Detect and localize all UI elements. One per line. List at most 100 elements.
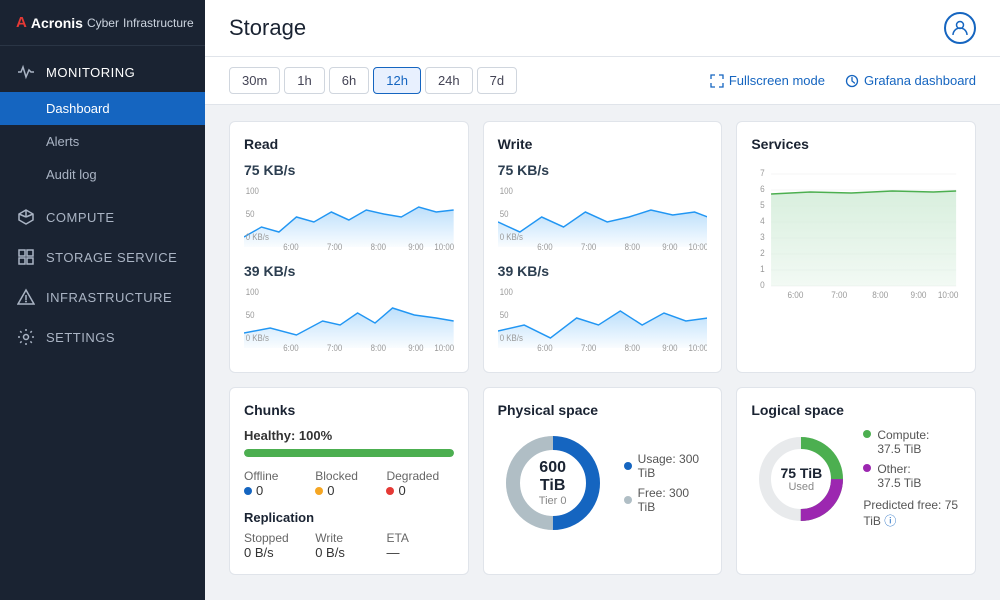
write-top-value: 75 KB/s xyxy=(498,162,708,178)
logical-content: 75 TiB Used Compute: 37.5 TiB xyxy=(751,428,961,529)
logo-infra: Infrastructure xyxy=(123,16,194,30)
logical-donut-label: 75 TiB Used xyxy=(780,465,822,493)
write-charts: 75 KB/s 100 50 xyxy=(498,162,708,358)
svg-text:8:00: 8:00 xyxy=(371,241,387,252)
svg-text:10:00: 10:00 xyxy=(434,241,453,252)
degraded-label: Degraded xyxy=(386,469,453,483)
svg-text:6:00: 6:00 xyxy=(283,241,299,252)
sidebar-item-storage[interactable]: STORAGE SERVICE xyxy=(0,237,205,277)
fullscreen-label: Fullscreen mode xyxy=(729,73,825,88)
physical-title: Physical space xyxy=(498,402,708,418)
svg-text:9:00: 9:00 xyxy=(662,241,678,252)
predicted-info-icon[interactable]: ⓘ xyxy=(884,514,896,528)
svg-text:50: 50 xyxy=(499,309,508,320)
read-title: Read xyxy=(244,136,454,152)
toolbar-actions: Fullscreen mode Grafana dashboard xyxy=(710,73,976,88)
logical-donut: 75 TiB Used xyxy=(751,429,851,529)
svg-text:8:00: 8:00 xyxy=(624,342,640,353)
time-btn-30m[interactable]: 30m xyxy=(229,67,280,94)
fullscreen-mode-link[interactable]: Fullscreen mode xyxy=(710,73,825,88)
chunks-healthy-label: Healthy: xyxy=(244,428,295,443)
free-legend-item: Free: 300 TiB xyxy=(624,486,708,514)
sidebar-sub-dashboard[interactable]: Dashboard xyxy=(0,92,205,125)
rep-write-value: 0 B/s xyxy=(315,545,382,560)
sidebar-item-settings[interactable]: SETTINGS xyxy=(0,317,205,357)
physical-legend: Usage: 300 TiB Free: 300 TiB xyxy=(624,452,708,514)
svg-text:9:00: 9:00 xyxy=(408,342,424,353)
logo-acronis: Acronis xyxy=(31,15,83,31)
triangle-icon xyxy=(16,287,36,307)
services-title: Services xyxy=(751,136,961,152)
compute-label: COMPUTE xyxy=(46,210,115,225)
sidebar-item-compute[interactable]: COMPUTE xyxy=(0,197,205,237)
write-bottom-chart: 100 50 0 KB/s 6:00 7:00 8:00 9:00 10:00 xyxy=(498,283,708,353)
chunks-healthy-value: 100% xyxy=(299,428,332,443)
offline-dot xyxy=(244,487,252,495)
usage-dot xyxy=(624,462,632,470)
svg-text:2: 2 xyxy=(760,248,765,258)
chunks-progress-fill xyxy=(244,449,454,457)
other-legend-item: Other: 37.5 TiB xyxy=(863,462,961,490)
monitoring-label: MONITORING xyxy=(46,65,135,80)
rep-write-label: Write xyxy=(315,531,382,545)
eta-label: ETA xyxy=(386,531,453,545)
sidebar-sub-auditlog[interactable]: Audit log xyxy=(0,158,205,191)
svg-text:0 KB/s: 0 KB/s xyxy=(246,332,269,343)
replication-title: Replication xyxy=(244,510,454,525)
sidebar-item-infrastructure[interactable]: INFRASTRUCTURE xyxy=(0,277,205,317)
svg-text:10:00: 10:00 xyxy=(688,342,707,353)
physical-donut-label: 600 TiB Tier 0 xyxy=(525,459,580,507)
logo-cyber: Cyber xyxy=(87,16,119,30)
settings-label: SETTINGS xyxy=(46,330,115,345)
logo: A Acronis Cyber Infrastructure xyxy=(0,0,205,46)
svg-text:7:00: 7:00 xyxy=(832,290,848,300)
write-title: Write xyxy=(498,136,708,152)
svg-text:0: 0 xyxy=(760,280,765,290)
grafana-dashboard-link[interactable]: Grafana dashboard xyxy=(845,73,976,88)
svg-text:0 KB/s: 0 KB/s xyxy=(499,332,522,343)
blocked-label: Blocked xyxy=(315,469,382,483)
stopped-label: Stopped xyxy=(244,531,311,545)
pulse-icon xyxy=(16,62,36,82)
svg-text:4: 4 xyxy=(760,216,765,226)
time-btn-12h[interactable]: 12h xyxy=(373,67,421,94)
physical-donut-container: 600 TiB Tier 0 Usage: 300 TiB xyxy=(498,428,708,538)
blocked-value: 0 xyxy=(315,483,382,498)
svg-text:5: 5 xyxy=(760,200,765,210)
degraded-dot xyxy=(386,487,394,495)
svg-text:6: 6 xyxy=(760,184,765,194)
svg-text:7:00: 7:00 xyxy=(327,241,343,252)
svg-text:0 KB/s: 0 KB/s xyxy=(246,231,269,242)
time-btn-24h[interactable]: 24h xyxy=(425,67,473,94)
infrastructure-label: INFRASTRUCTURE xyxy=(46,290,172,305)
write-top-chart: 100 50 0 KB/s 6:00 7:00 8:00 9:00 10:00 xyxy=(498,182,708,252)
svg-text:10:00: 10:00 xyxy=(688,241,707,252)
time-btn-7d[interactable]: 7d xyxy=(477,67,517,94)
svg-text:9:00: 9:00 xyxy=(662,342,678,353)
main-content: Storage 30m 1h 6h 12h 24h 7d Fullscreen … xyxy=(205,0,1000,600)
degraded-value: 0 xyxy=(386,483,453,498)
replication-section: Replication Stopped 0 B/s Write 0 B/s ET… xyxy=(244,510,454,560)
svg-text:7:00: 7:00 xyxy=(581,342,597,353)
sidebar-item-monitoring[interactable]: MONITORING xyxy=(0,52,205,92)
logical-sub-value: Used xyxy=(780,481,822,493)
physical-space-card: Physical space 600 TiB Tier 0 xyxy=(483,387,723,575)
usage-label: Usage: 300 TiB xyxy=(638,452,708,480)
logical-main-value: 75 TiB xyxy=(780,465,822,481)
other-legend-text: Other: 37.5 TiB xyxy=(877,462,921,490)
sidebar-sub-alerts[interactable]: Alerts xyxy=(0,125,205,158)
main-header: Storage xyxy=(205,0,1000,57)
svg-text:7: 7 xyxy=(760,168,765,178)
read-bottom-chart: 100 50 0 KB/s 6:00 7:00 8:00 9:00 10:00 xyxy=(244,283,454,353)
sidebar: A Acronis Cyber Infrastructure MONITORIN… xyxy=(0,0,205,600)
blocked-dot xyxy=(315,487,323,495)
svg-text:100: 100 xyxy=(499,286,512,297)
user-icon[interactable] xyxy=(944,12,976,44)
logical-space-card: Logical space 75 TiB Used xyxy=(736,387,976,575)
time-btn-1h[interactable]: 1h xyxy=(284,67,324,94)
cube-icon xyxy=(16,207,36,227)
toolbar: 30m 1h 6h 12h 24h 7d Fullscreen mode Gra… xyxy=(205,57,1000,105)
time-btn-6h[interactable]: 6h xyxy=(329,67,369,94)
free-dot xyxy=(624,496,632,504)
read-card: Read 75 KB/s xyxy=(229,121,469,373)
